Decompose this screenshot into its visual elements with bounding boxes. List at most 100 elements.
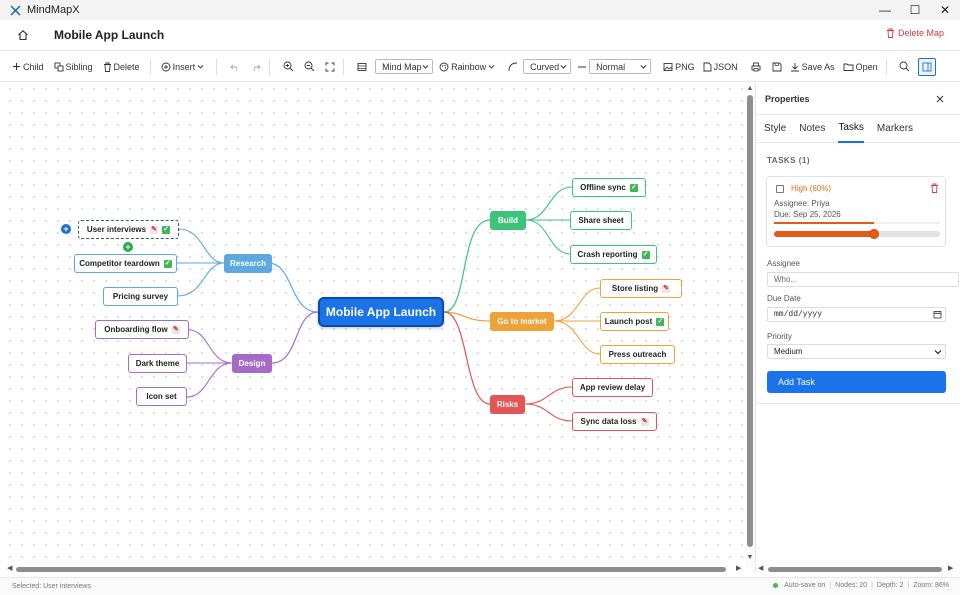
title-bar: MindMapX — ☐ ✕ xyxy=(0,0,960,20)
task-progress-slider[interactable] xyxy=(774,229,940,239)
branch-node-go-to-market[interactable]: Go to market xyxy=(490,312,554,331)
task-due-date: Due: Sep 25, 2026 xyxy=(774,210,841,219)
tab-notes[interactable]: Notes xyxy=(799,115,825,143)
node-competitor-teardown[interactable]: Competitor teardown ✓ xyxy=(74,254,177,273)
undo-icon[interactable] xyxy=(227,58,243,76)
open-button[interactable]: Open xyxy=(843,58,878,76)
root-node[interactable]: Mobile App Launch xyxy=(318,297,444,327)
document-title[interactable]: Mobile App Launch xyxy=(54,28,164,42)
save-as-label: Save As xyxy=(801,61,835,72)
maximize-button[interactable]: ☐ xyxy=(900,0,930,20)
trash-icon xyxy=(103,62,111,72)
node-app-review-delay[interactable]: App review delay xyxy=(572,378,653,397)
minimize-button[interactable]: — xyxy=(870,0,900,20)
search-icon[interactable] xyxy=(897,58,913,76)
edge-style-select[interactable]: Curved xyxy=(523,59,572,74)
scroll-down-arrow-icon[interactable]: ▼ xyxy=(746,554,754,561)
node-label: Offline sync xyxy=(580,183,626,192)
node-label: User interviews xyxy=(86,225,147,234)
tab-markers[interactable]: Markers xyxy=(877,115,913,143)
delete-node-button[interactable]: Delete xyxy=(103,58,140,76)
priority-select-value: Medium xyxy=(774,347,803,356)
calendar-icon[interactable] xyxy=(933,310,942,319)
add-task-button[interactable]: Add Task xyxy=(767,371,946,393)
delete-map-button[interactable]: Delete Map xyxy=(886,28,944,38)
node-offline-sync[interactable]: Offline sync ✓ xyxy=(572,178,646,197)
panel-horizontal-scrollbar[interactable]: ◀ ▶ xyxy=(755,564,960,574)
export-json-label: JSON xyxy=(713,61,738,72)
panel-scroll-thumb[interactable] xyxy=(768,567,942,572)
scroll-left-arrow-icon[interactable]: ◀ xyxy=(758,564,763,572)
branch-node-build[interactable]: Build xyxy=(490,211,526,230)
panel-tabs: Style Notes Tasks Markers xyxy=(756,115,960,143)
insert-label: Insert xyxy=(172,61,196,72)
trash-icon[interactable] xyxy=(930,183,939,193)
tab-style[interactable]: Style xyxy=(764,115,786,143)
note-marker-icon: ✎ xyxy=(171,325,180,334)
depth-status: Depth: 2 xyxy=(876,582,904,589)
scroll-left-arrow-icon[interactable]: ◀ xyxy=(7,564,12,572)
node-pricing-survey[interactable]: Pricing survey xyxy=(103,287,178,306)
scroll-right-arrow-icon[interactable]: ▶ xyxy=(948,564,953,572)
fit-to-screen-icon[interactable] xyxy=(322,58,338,76)
node-crash-reporting[interactable]: Crash reporting ✓ xyxy=(570,245,657,264)
note-marker-icon: ✎ xyxy=(150,225,159,234)
zoom-in-icon[interactable] xyxy=(280,58,296,76)
zoom-level: Zoom: 86% xyxy=(913,582,949,589)
export-png-label: PNG xyxy=(675,61,695,72)
branch-node-research[interactable]: Research xyxy=(224,254,272,273)
node-dark-theme[interactable]: Dark theme xyxy=(128,354,187,373)
autosave-status: Auto-save on xyxy=(784,582,826,589)
node-user-interviews[interactable]: User interviews ✎ ✓ xyxy=(78,220,179,239)
save-as-button[interactable]: Save As xyxy=(790,58,835,76)
print-icon[interactable] xyxy=(748,58,764,76)
autosave-indicator-icon xyxy=(773,583,779,588)
properties-panel-toggle-icon[interactable] xyxy=(917,57,936,76)
node-icon-set[interactable]: Icon set xyxy=(136,387,187,406)
horizontal-scroll-thumb[interactable] xyxy=(16,567,726,572)
node-share-sheet[interactable]: Share sheet xyxy=(570,211,632,230)
vertical-scroll-thumb[interactable] xyxy=(747,95,753,547)
assignee-input[interactable]: Who... xyxy=(767,272,959,287)
chevron-down-icon xyxy=(488,65,495,69)
priority-select[interactable]: Medium xyxy=(767,344,946,359)
node-label: Icon set xyxy=(146,392,177,401)
add-sibling-button[interactable]: Sibling xyxy=(54,58,93,76)
node-store-listing[interactable]: Store listing ✎ xyxy=(600,279,682,298)
due-date-input[interactable]: mm/dd/yyyy xyxy=(767,307,946,322)
chevron-down-icon xyxy=(560,65,567,69)
node-press-outreach[interactable]: Press outreach xyxy=(600,345,675,364)
add-sibling-dot-icon[interactable]: + xyxy=(61,224,71,234)
close-window-button[interactable]: ✕ xyxy=(930,0,960,20)
mind-map-canvas[interactable]: Mobile App Launch Research Design Build … xyxy=(4,83,744,563)
line-weight-icon xyxy=(577,58,587,76)
save-icon[interactable] xyxy=(769,58,785,76)
folder-icon xyxy=(843,63,854,71)
add-child-button[interactable]: Child xyxy=(12,58,44,76)
task-slider-handle[interactable] xyxy=(868,229,879,239)
node-onboarding-flow[interactable]: Onboarding flow ✎ xyxy=(95,320,189,339)
task-complete-checkbox[interactable] xyxy=(776,185,784,193)
add-child-dot-icon[interactable]: + xyxy=(123,242,133,252)
scroll-right-arrow-icon[interactable]: ▶ xyxy=(736,564,741,572)
export-png-button[interactable]: PNG xyxy=(663,58,695,76)
line-weight-select[interactable]: Normal xyxy=(589,59,652,74)
tab-tasks[interactable]: Tasks xyxy=(838,115,864,143)
chevron-down-icon xyxy=(934,349,942,354)
canvas-vertical-scrollbar[interactable]: ▲ ▼ xyxy=(745,83,755,568)
node-launch-post[interactable]: Launch post ✓ xyxy=(600,312,669,331)
canvas-horizontal-scrollbar[interactable]: ◀ ▶ xyxy=(4,564,754,574)
scroll-up-arrow-icon[interactable]: ▲ xyxy=(746,85,754,92)
branch-node-risks[interactable]: Risks xyxy=(490,395,525,414)
redo-icon[interactable] xyxy=(248,58,264,76)
close-icon[interactable] xyxy=(936,95,944,103)
theme-button[interactable]: Rainbow xyxy=(439,58,497,76)
due-date-label: Due Date xyxy=(767,294,801,303)
home-icon[interactable] xyxy=(16,28,30,42)
branch-node-design[interactable]: Design xyxy=(232,354,272,373)
zoom-out-icon[interactable] xyxy=(301,58,317,76)
layout-select[interactable]: Mind Map xyxy=(375,59,434,74)
export-json-button[interactable]: JSON xyxy=(703,58,738,76)
insert-menu-button[interactable]: Insert xyxy=(161,58,207,76)
node-sync-data-loss[interactable]: Sync data loss ✎ xyxy=(572,412,657,431)
